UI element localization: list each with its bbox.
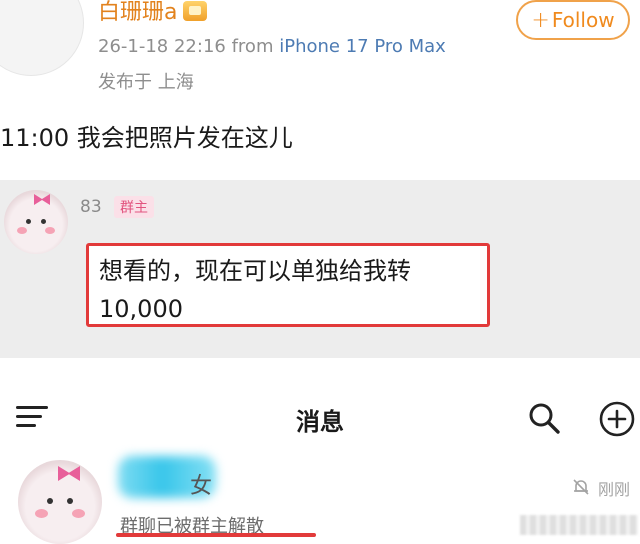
watermark (520, 515, 638, 535)
from-label: from (231, 36, 274, 57)
chat-sender-name: 83 (80, 197, 102, 217)
message-line-2: 10,000 (99, 295, 183, 323)
vip-crown-icon (183, 1, 208, 21)
highlight-underline (116, 533, 316, 537)
hamster-avatar (4, 190, 68, 254)
bow-icon (34, 194, 50, 205)
device-link[interactable]: iPhone 17 Pro Max (279, 36, 446, 57)
message-line-1: 想看的，现在可以单独给我转 (99, 257, 411, 285)
post-timestamp: 26-1-18 22:16 (98, 36, 226, 57)
add-icon[interactable] (598, 400, 636, 438)
mute-bell-icon (573, 479, 589, 495)
plus-icon: + (531, 7, 550, 33)
post-location: 发布于 上海 (98, 72, 194, 93)
follow-button[interactable]: + Follow (516, 0, 630, 40)
chat-message-bubble: 想看的，现在可以单独给我转 10,000 (86, 243, 490, 327)
bow-icon (58, 466, 80, 481)
poster-avatar[interactable] (0, 0, 84, 76)
group-owner-badge: 群主 (114, 196, 154, 218)
poster-username[interactable]: 白珊珊a (98, 0, 208, 26)
search-icon[interactable] (526, 400, 562, 436)
conversation-avatar[interactable] (18, 460, 102, 544)
username-text[interactable]: 白珊珊a (98, 0, 177, 25)
conversation-time: 刚刚 (598, 480, 631, 499)
conversation-name[interactable]: 女 (190, 468, 212, 500)
post-body-text: 11:00 我会把照片发在这儿 (0, 124, 293, 152)
chat-screenshot: 83 群主 想看的，现在可以单独给我转 10,000 (0, 180, 640, 358)
post-meta: 26-1-18 22:16 from iPhone 17 Pro Max (98, 36, 446, 57)
follow-label: Follow (551, 8, 615, 32)
